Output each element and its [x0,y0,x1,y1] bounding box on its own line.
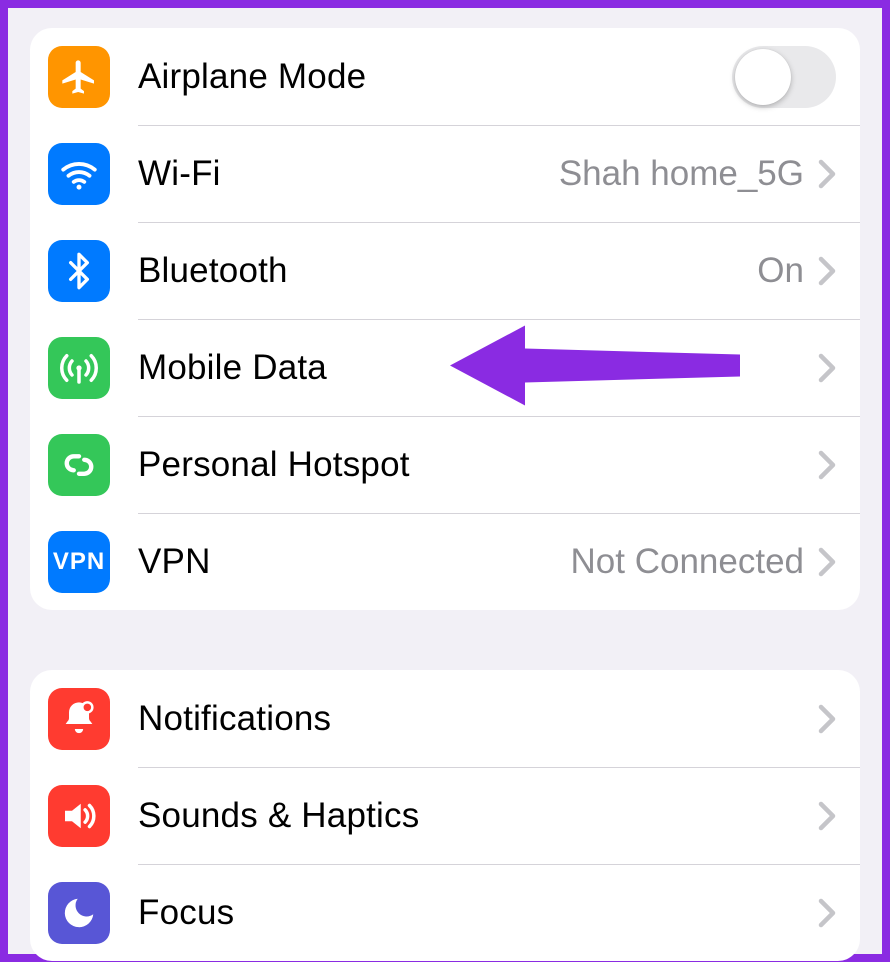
mobile-data-label: Mobile Data [138,348,818,388]
chevron-right-icon [818,159,836,189]
bluetooth-value: On [757,251,804,291]
wifi-label: Wi-Fi [138,154,559,194]
bell-icon [48,688,110,750]
airplane-icon [48,46,110,108]
moon-icon [48,882,110,944]
row-mobile-data[interactable]: Mobile Data [30,319,860,416]
hotspot-label: Personal Hotspot [138,445,818,485]
notifications-label: Notifications [138,699,818,739]
focus-label: Focus [138,893,818,933]
row-bluetooth[interactable]: Bluetooth On [30,222,860,319]
chevron-right-icon [818,256,836,286]
vpn-label: VPN [138,542,571,582]
chevron-right-icon [818,898,836,928]
settings-group-alerts: Notifications Sounds & Haptics [30,670,860,961]
speaker-icon [48,785,110,847]
wifi-icon [48,143,110,205]
row-notifications[interactable]: Notifications [30,670,860,767]
settings-group-connectivity: Airplane Mode Wi-Fi Shah home_5G [30,28,860,610]
chevron-right-icon [818,450,836,480]
vpn-value: Not Connected [571,542,804,582]
sounds-label: Sounds & Haptics [138,796,818,836]
bluetooth-label: Bluetooth [138,251,757,291]
row-airplane-mode[interactable]: Airplane Mode [30,28,860,125]
row-focus[interactable]: Focus [30,864,860,961]
row-wifi[interactable]: Wi-Fi Shah home_5G [30,125,860,222]
settings-page: Airplane Mode Wi-Fi Shah home_5G [8,8,882,954]
bluetooth-icon [48,240,110,302]
chevron-right-icon [818,704,836,734]
row-personal-hotspot[interactable]: Personal Hotspot [30,416,860,513]
chevron-right-icon [818,353,836,383]
airplane-toggle[interactable] [732,46,836,108]
chevron-right-icon [818,801,836,831]
antenna-icon [48,337,110,399]
airplane-label: Airplane Mode [138,57,732,97]
vpn-icon: VPN [48,531,110,593]
toggle-knob [735,49,791,105]
row-vpn[interactable]: VPN VPN Not Connected [30,513,860,610]
wifi-value: Shah home_5G [559,154,804,194]
hotspot-icon [48,434,110,496]
row-sounds-haptics[interactable]: Sounds & Haptics [30,767,860,864]
chevron-right-icon [818,547,836,577]
